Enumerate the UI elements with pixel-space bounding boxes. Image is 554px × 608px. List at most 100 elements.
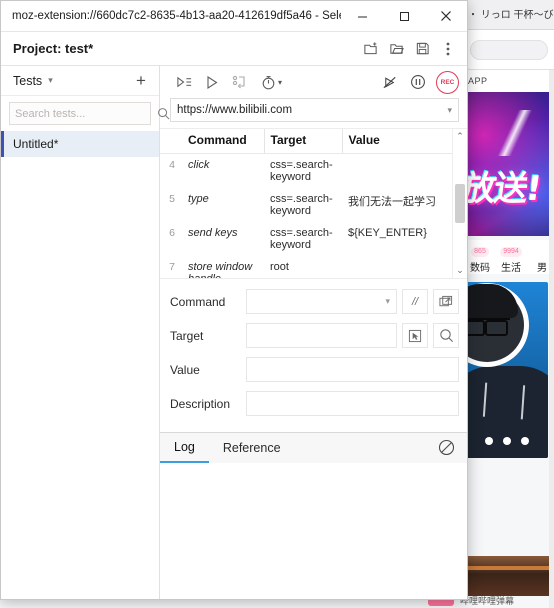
add-test-button[interactable]: + <box>131 72 151 89</box>
base-url-field[interactable]: https://www.bilibili.com ▾ <box>170 98 459 122</box>
target-input[interactable] <box>246 323 397 348</box>
scrollbar-thumb[interactable] <box>455 184 465 223</box>
strip-highlight-bar <box>466 566 554 570</box>
row-command: click <box>188 159 210 171</box>
minimize-button[interactable] <box>341 1 383 31</box>
main-column: ▾ REC https://www.bilibili.com ▾ Command… <box>160 66 467 599</box>
save-project-icon[interactable] <box>409 36 435 62</box>
target-field-row: Target <box>170 323 459 348</box>
banner-light-streak <box>484 110 554 156</box>
scroll-down-icon[interactable]: ⌄ <box>456 263 464 278</box>
url-row: https://www.bilibili.com ▾ <box>160 98 467 128</box>
disable-breakpoints-icon[interactable] <box>376 69 404 95</box>
value-input[interactable] <box>246 357 459 382</box>
scrollbar-track[interactable] <box>453 144 467 263</box>
table-row[interactable]: 5 type css=.search-keyword 我们无法一起学习 <box>160 188 452 222</box>
table-row[interactable]: 6 send keys css=.search-keyword ${KEY_EN… <box>160 222 452 256</box>
playback-toolbar: ▾ REC <box>160 66 467 98</box>
search-box[interactable] <box>9 102 170 125</box>
row-command: send keys <box>188 227 238 239</box>
command-table-area: Command Target Value 4 click css=.search… <box>160 128 467 278</box>
table-row[interactable]: 4 click css=.search-keyword <box>160 154 452 189</box>
command-table: Command Target Value 4 click css=.search… <box>160 129 452 278</box>
tab-log[interactable]: Log <box>160 433 209 463</box>
command-field-row: Command ▾ // <box>170 289 459 314</box>
window-body: Tests ▾ + Untitled* <box>1 66 467 599</box>
row-value: 我们无法一起学习 <box>348 196 436 208</box>
background-scrollbar <box>549 70 554 608</box>
test-list: Untitled* <box>1 131 159 599</box>
clear-log-icon[interactable] <box>426 433 467 463</box>
category-badge: 865 <box>471 247 489 257</box>
tests-header: Tests ▾ + <box>1 66 159 96</box>
background-app-label: APP <box>466 70 554 92</box>
row-index: 4 <box>169 159 175 171</box>
comment-label: // <box>411 295 419 308</box>
run-all-tests-icon[interactable] <box>170 69 198 95</box>
step-icon[interactable] <box>226 69 254 95</box>
tests-sidebar: Tests ▾ + Untitled* <box>1 66 170 599</box>
search-input[interactable] <box>15 107 157 120</box>
column-header-value: Value <box>341 129 452 154</box>
row-value: ${KEY_ENTER} <box>348 227 427 239</box>
chevron-down-icon[interactable]: ▾ <box>385 296 390 307</box>
test-list-item[interactable]: Untitled* <box>1 131 159 157</box>
command-input[interactable]: ▾ <box>246 289 397 314</box>
banner-headline: 放送! <box>466 169 543 209</box>
comment-button[interactable]: // <box>402 289 428 314</box>
table-row[interactable]: 7 store window handle root <box>160 256 452 278</box>
tests-title: Tests <box>13 73 43 88</box>
background-bottom-text: 哔哩哔哩弹幕 <box>460 596 515 606</box>
tab-reference[interactable]: Reference <box>209 433 295 463</box>
pause-icon[interactable] <box>404 69 432 95</box>
background-category-row: 865 数码 9994 生活 男 <box>466 240 554 274</box>
row-value <box>342 154 452 189</box>
person-glasses <box>466 318 510 336</box>
chevron-down-icon[interactable]: ▾ <box>48 75 53 86</box>
target-field-label: Target <box>170 328 204 343</box>
row-index: 7 <box>169 261 175 273</box>
command-detail-form: Command ▾ // Target Value Description <box>160 278 467 432</box>
log-tab-bar: Log Reference <box>160 431 467 463</box>
description-field-row: Description <box>170 391 459 416</box>
log-output-panel <box>160 462 467 599</box>
record-button[interactable]: REC <box>436 70 459 94</box>
row-target: css=.search-keyword <box>270 159 333 183</box>
command-field-label: Command <box>170 294 226 309</box>
select-target-icon[interactable] <box>402 323 428 348</box>
scroll-up-icon[interactable]: ⌃ <box>456 129 464 144</box>
project-bar: Project: test* <box>1 32 467 66</box>
row-value <box>342 256 452 278</box>
background-thumbnail-strip <box>466 556 554 596</box>
person-collar <box>482 382 526 420</box>
background-video-card <box>466 282 548 458</box>
open-project-icon[interactable] <box>383 36 409 62</box>
maximize-button[interactable] <box>383 1 425 31</box>
row-target: css=.search-keyword <box>270 227 333 251</box>
command-table-header-row: Command Target Value <box>160 129 452 154</box>
description-input[interactable] <box>246 391 459 416</box>
column-header-index <box>160 129 188 154</box>
close-button[interactable] <box>425 1 467 31</box>
chevron-down-icon[interactable]: ▾ <box>447 105 452 116</box>
category-label: 数码 <box>470 263 490 274</box>
window-title: moz-extension://660dc7c2-8635-4b13-aa20-… <box>12 10 341 22</box>
speed-chevron-icon[interactable]: ▾ <box>278 78 282 87</box>
background-url-bar <box>470 40 548 60</box>
new-project-icon[interactable] <box>357 36 383 62</box>
category-label: 生活 <box>501 263 521 274</box>
selenium-ide-window: moz-extension://660dc7c2-8635-4b13-aa20-… <box>0 0 468 600</box>
open-in-window-icon[interactable] <box>433 289 459 314</box>
command-table-scrollbar[interactable]: ⌃ ⌄ <box>452 129 467 278</box>
row-command: type <box>188 193 209 205</box>
tab-log-label: Log <box>174 439 195 454</box>
log-bar-spacer <box>295 433 426 463</box>
run-current-test-icon[interactable] <box>198 69 226 95</box>
more-menu-icon[interactable] <box>435 36 461 62</box>
description-field-label: Description <box>170 396 231 411</box>
category-badge: 9994 <box>500 247 522 257</box>
find-target-icon[interactable] <box>433 323 459 348</box>
value-field-label: Value <box>170 362 200 377</box>
carousel-dots <box>466 432 548 450</box>
person-hair <box>466 284 518 318</box>
